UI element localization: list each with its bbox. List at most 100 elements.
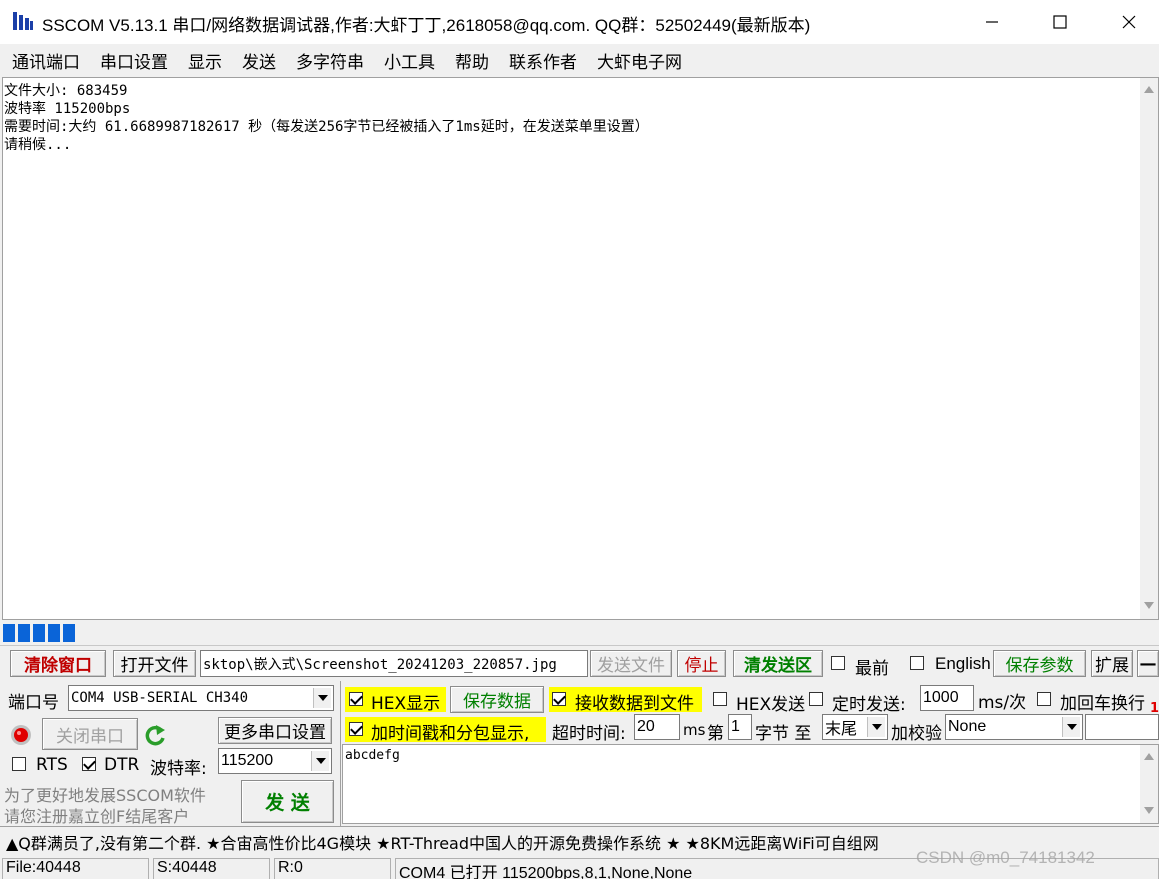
hex-display-checkbox[interactable] [349,692,363,706]
maximize-icon [1053,15,1067,29]
open-file-button[interactable]: 打开文件 [113,650,196,677]
refresh-icon[interactable] [144,724,166,748]
hex-send-label: HEX发送 [736,695,806,715]
progress-block [33,624,45,642]
progress-block [3,624,15,642]
save-data-button[interactable]: 保存数据 [450,686,544,713]
progress-block [48,624,60,642]
menu-multi-string[interactable]: 多字符串 [286,48,374,73]
stop-button[interactable]: 停止 [677,650,726,677]
add-crlf-label: 加回车换行 [1060,694,1145,714]
menu-send[interactable]: 发送 [232,48,286,73]
window-title: SSCOM V5.13.1 串口/网络数据调试器,作者:大虾丁丁,2618058… [42,16,811,35]
hex-send-checkbox[interactable] [713,692,727,706]
scroll-down-icon[interactable] [1144,807,1154,814]
chevron-down-icon[interactable] [313,688,331,708]
progress-block [63,624,75,642]
recv-to-file-label: 接收数据到文件 [575,694,694,714]
close-port-button[interactable]: 关闭串口 [42,718,138,750]
timeout-input[interactable]: 20 [634,714,680,740]
menu-help[interactable]: 帮助 [445,48,499,73]
english-checkbox[interactable] [910,656,924,670]
scroll-down-icon[interactable] [1144,602,1154,609]
recv-to-file-checkbox[interactable] [552,692,566,706]
baud-select[interactable]: 115200 [218,748,332,774]
menu-comm-port[interactable]: 通讯端口 [2,48,90,73]
divider [0,645,1159,646]
menu-display[interactable]: 显示 [178,48,232,73]
receive-text: 文件大小: 683459 波特率 115200bps 需要时间:大约 61.6689… [4,82,649,154]
scroll-up-icon[interactable] [1144,753,1154,760]
receive-textarea[interactable] [2,77,1159,620]
timed-send-checkbox[interactable] [809,692,823,706]
receive-line: 需要时间:大约 61.6689987182617 秒（每发送256字节已经被插入… [4,119,649,135]
save-params-button[interactable]: 保存参数 [993,650,1086,677]
app-icon [12,10,34,32]
divider [340,681,341,826]
send-button[interactable]: 发 送 [241,780,334,823]
more-port-settings-button[interactable]: 更多串口设置 [218,717,332,744]
minimize-button[interactable] [962,0,1022,44]
collapse-button[interactable]: — [1137,650,1159,677]
scroll-up-icon[interactable] [1144,86,1154,93]
chevron-down-icon[interactable] [1062,717,1080,737]
menu-serial-settings[interactable]: 串口设置 [90,48,178,73]
minimize-icon [986,21,998,23]
add-crlf-checkbox[interactable] [1037,692,1051,706]
send-textarea[interactable] [342,744,1159,824]
ticker-text[interactable]: ▲Q群满员了,没有第二个群. ★合宙高性价比4G模块 ★RT-Thread中国人… [6,830,879,854]
checksum-result-field[interactable] [1085,714,1159,740]
maximize-button[interactable] [1030,0,1090,44]
port-status-led-icon [10,724,32,746]
send-scrollbar[interactable] [1140,745,1158,823]
expand-button[interactable]: 扩展 [1091,650,1133,677]
timed-send-label: 定时发送: [832,695,906,715]
timestamp-label: 加时间戳和分包显示, [371,724,530,744]
topmost-checkbox[interactable] [831,656,845,670]
title-bar: SSCOM V5.13.1 串口/网络数据调试器,作者:大虾丁丁,2618058… [0,0,1159,44]
file-path-field[interactable]: sktop\嵌入式\Screenshot_20241203_220857.jpg [200,650,588,677]
end-select[interactable]: 末尾 [822,714,888,740]
baud-label: 波特率: [150,759,207,779]
timeout-unit-label: ms [683,721,706,739]
dtr-checkbox[interactable] [82,757,96,771]
progress-block [18,624,30,642]
checksum-select[interactable]: None [945,714,1083,740]
receive-line: 请稍候... [4,137,72,153]
baud-select-value: 115200 [221,752,274,769]
rts-label: RTS [36,755,68,775]
status-sent-count: S:40448 [153,858,270,879]
chevron-down-icon[interactable] [867,717,885,737]
timestamp-checkbox[interactable] [349,722,363,736]
interval-unit-label: ms/次 [978,693,1027,713]
dtr-label: DTR [104,755,140,775]
rts-checkbox[interactable] [12,757,26,771]
port-select-value: COM4 USB-SERIAL CH340 [71,690,249,706]
send-text: abcdefg [345,748,400,763]
menu-contact-author[interactable]: 联系作者 [499,48,587,73]
receive-scrollbar[interactable] [1140,78,1158,619]
english-label: English [935,654,991,673]
menu-website[interactable]: 大虾电子网 [587,48,692,73]
timeout-label: 超时时间: [552,724,626,744]
send-file-button[interactable]: 发送文件 [590,650,672,677]
menu-tools[interactable]: 小工具 [374,48,445,73]
status-received-count: R:0 [274,858,391,879]
clear-window-button[interactable]: 清除窗口 [10,650,106,677]
port-select[interactable]: COM4 USB-SERIAL CH340 [68,685,334,711]
watermark: CSDN @m0_74181342 [916,848,1095,867]
close-icon [1122,15,1136,29]
menu-bar: 通讯端口 串口设置 显示 发送 多字符串 小工具 帮助 联系作者 大虾电子网 [0,44,1159,76]
byte-to-label: 字节 至 [755,724,812,744]
chevron-down-icon[interactable] [311,751,329,771]
divider [0,826,1159,827]
interval-input[interactable]: 1000 [920,685,974,711]
clear-send-button[interactable]: 清发送区 [733,650,823,677]
status-file-count: File:40448 [2,858,149,879]
close-button[interactable] [1099,0,1159,44]
port-label: 端口号 [8,693,59,713]
hex-display-label: HEX显示 [371,694,441,714]
byte-prefix-label: 第 [707,724,724,744]
byte-start-input[interactable]: 1 [728,714,752,740]
end-select-value: 末尾 [825,719,858,738]
